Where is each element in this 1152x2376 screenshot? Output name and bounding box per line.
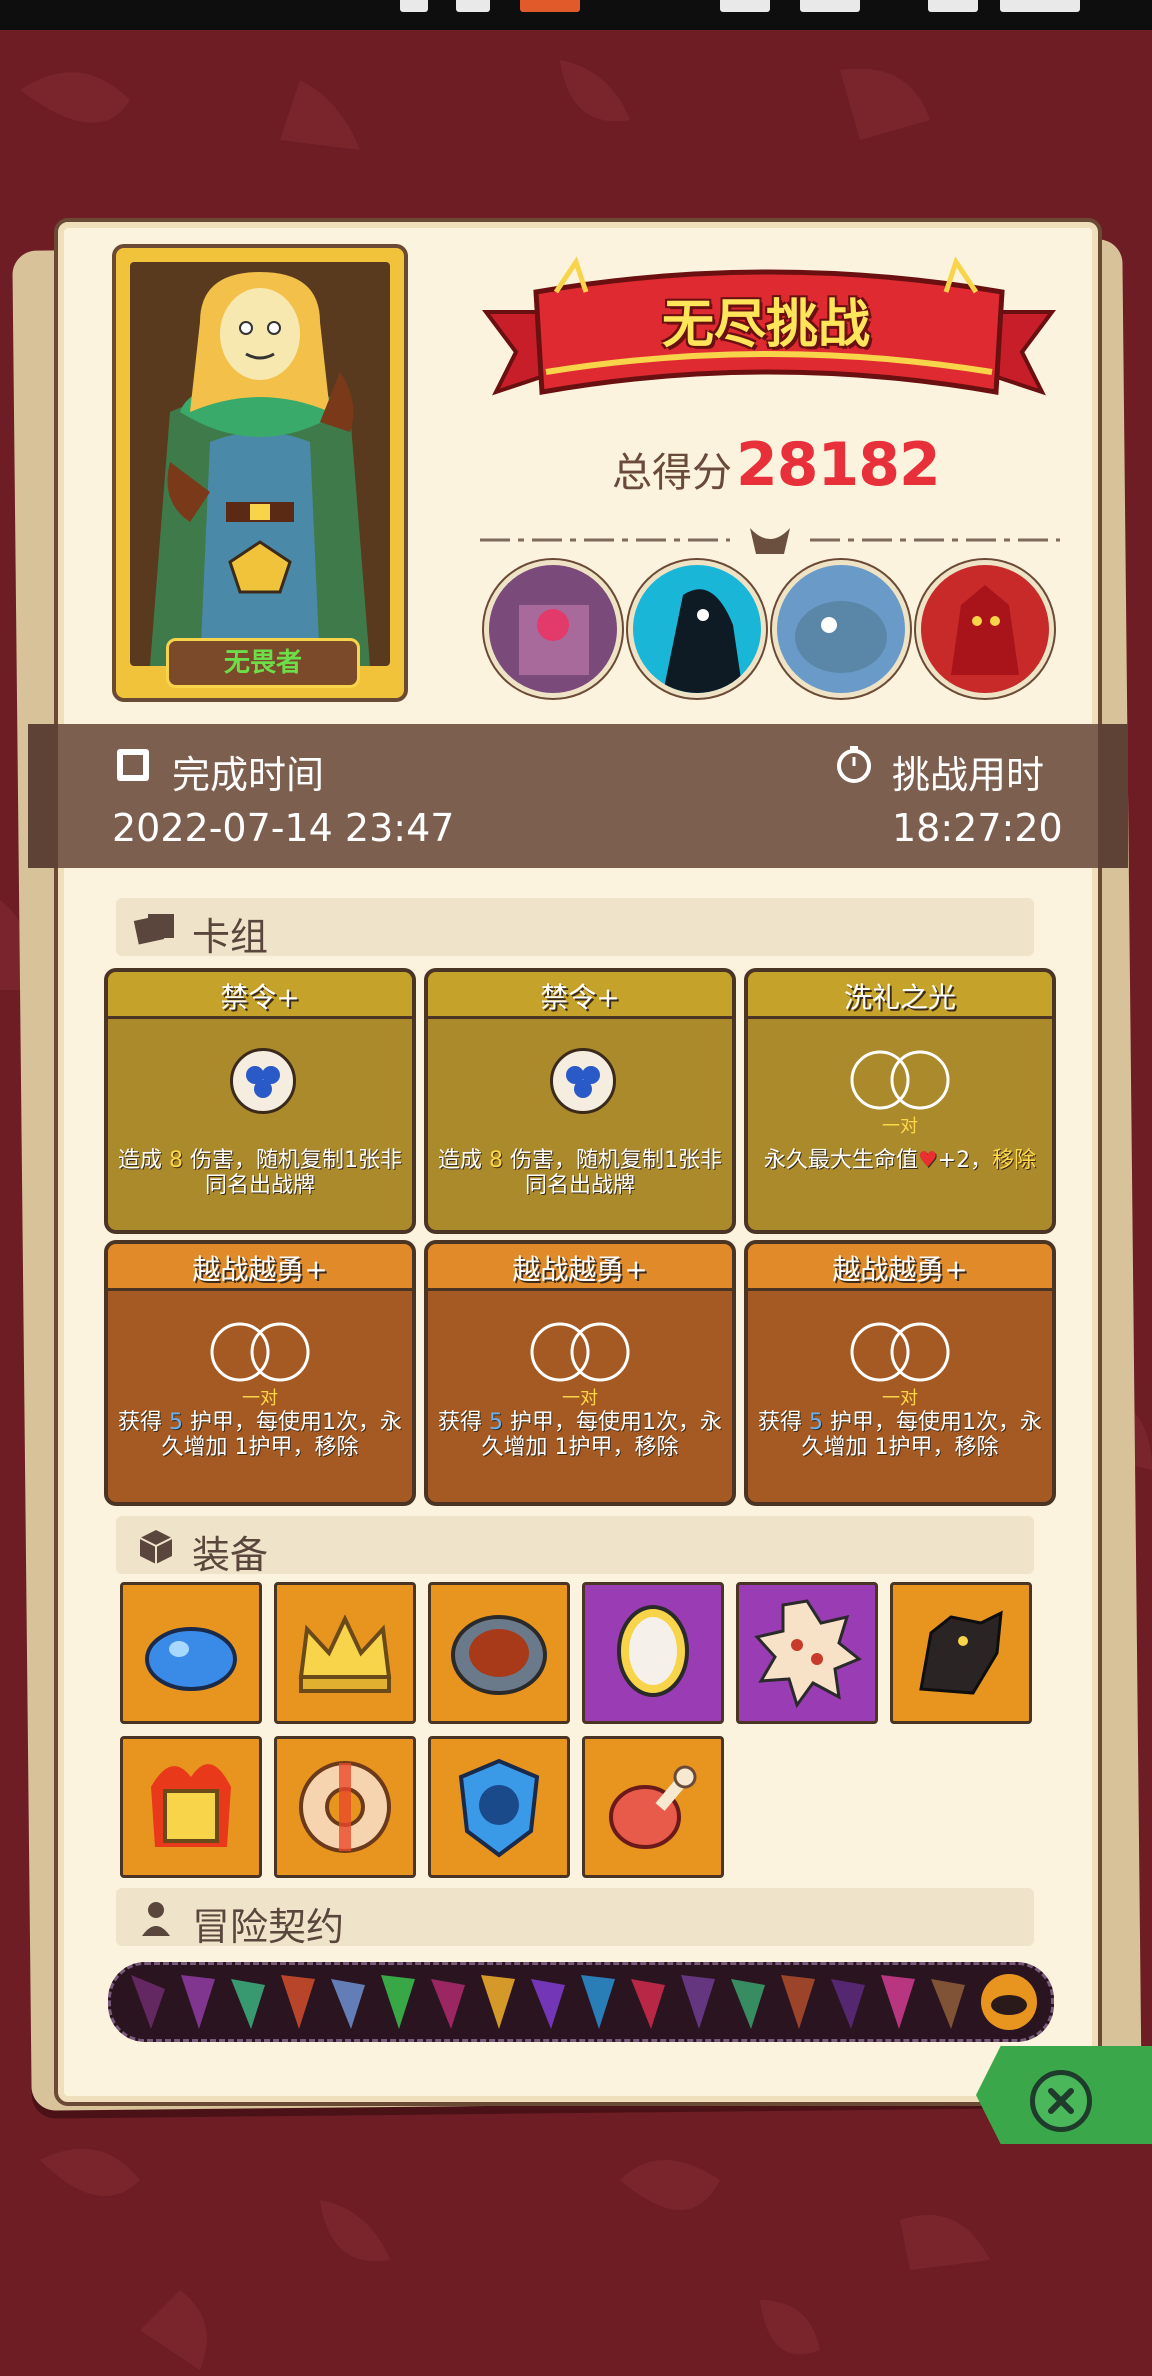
equipment-slot[interactable] [120, 1582, 262, 1724]
time-strip: 完成时间 2022-07-14 23:47 挑战用时 18:27:20 [28, 724, 1128, 868]
section-label: 卡组 [192, 915, 269, 959]
crown-icon [298, 1614, 392, 1693]
card-description: 获得 5 护甲，每使用1次，永久增加 1护甲，移除 [758, 1410, 1042, 1460]
section-label: 冒险契约 [192, 1905, 345, 1949]
contract-icons [111, 1965, 1051, 2039]
section-contracts: 冒险契约 [116, 1888, 1034, 1949]
hero-portrait: 无畏者 [116, 248, 404, 698]
status-bar [0, 0, 1152, 30]
card-description: 永久最大生命值♥+2，移除 [763, 1148, 1037, 1173]
title-banner: 无尽挑战 [476, 252, 1062, 432]
pair-icon [530, 1322, 630, 1382]
flaming-cube-icon [151, 1764, 231, 1847]
boss-avatar [772, 560, 910, 698]
pair-label: 一对 [562, 1388, 598, 1409]
equipment-slot[interactable] [736, 1582, 878, 1724]
spiked-dice-icon [754, 1599, 862, 1709]
card-description: 造成 8 伤害，随机复制1张非同名出战牌 [118, 1148, 402, 1198]
card-description: 获得 5 护甲，每使用1次，永久增加 1护甲，移除 [118, 1410, 402, 1460]
blue-slime-icon [145, 1627, 237, 1691]
card[interactable]: 越战越勇+ 一对 获得 5 护甲，每使用1次，永久增加 1护甲，移除 [104, 1240, 416, 1506]
hero-name: 无畏者 [166, 638, 360, 688]
equipment-slot[interactable] [274, 1582, 416, 1724]
section-equipment: 装备 [116, 1516, 1034, 1577]
card-title: 越战越勇+ [192, 1253, 328, 1286]
cards-icon [133, 914, 174, 945]
card-title: 洗礼之光 [843, 981, 956, 1014]
equipment-slot[interactable] [274, 1736, 416, 1878]
pair-icon [850, 1050, 950, 1110]
card-description: 造成 8 伤害，随机复制1张非同名出战牌 [438, 1148, 722, 1198]
card[interactable]: 禁令+ 造成 8 伤害，随机复制1张非同名出战牌 [424, 968, 736, 1234]
equipment-slot[interactable] [582, 1582, 724, 1724]
contract-strip[interactable] [108, 1962, 1054, 2042]
card-description: 获得 5 护甲，每使用1次，永久增加 1护甲，移除 [438, 1410, 722, 1460]
section-deck: 卡组 [116, 898, 1034, 959]
page-title: 无尽挑战 [661, 295, 870, 355]
calendar-icon [117, 749, 149, 781]
card-title: 越战越勇+ [832, 1253, 968, 1286]
close-icon [1048, 2088, 1074, 2114]
box-icon [139, 1530, 173, 1564]
card-title: 禁令+ [220, 981, 300, 1014]
equipment-slot[interactable] [582, 1736, 724, 1878]
person-icon [142, 1902, 170, 1936]
ornament-divider [480, 528, 1060, 554]
completed-time-value: 2022-07-14 23:47 [112, 806, 455, 850]
pumpkin-shield-icon [458, 1758, 540, 1858]
card[interactable]: 越战越勇+ 一对 获得 5 护甲，每使用1次，永久增加 1护甲，移除 [424, 1240, 736, 1506]
card-title: 禁令+ [540, 981, 620, 1014]
score-label: 总得分 [612, 450, 732, 496]
close-button[interactable] [1030, 2070, 1092, 2132]
boss-avatar [484, 560, 622, 698]
score-value: 28182 [736, 430, 941, 500]
equipment-slot[interactable] [120, 1736, 262, 1878]
boss-avatar [916, 560, 1054, 698]
blue-triple-orb-icon [550, 1048, 616, 1114]
card-title: 越战越勇+ [512, 1253, 648, 1286]
pair-icon [210, 1322, 310, 1382]
meat-leg-icon [609, 1765, 697, 1849]
equipment-slot[interactable] [890, 1582, 1032, 1724]
stopwatch-icon [837, 746, 871, 783]
defeated-bosses [484, 560, 1064, 700]
card[interactable]: 越战越勇+ 一对 获得 5 护甲，每使用1次，永久增加 1护甲，移除 [744, 1240, 1056, 1506]
boss-avatar [628, 560, 766, 698]
pair-label: 一对 [882, 1388, 918, 1409]
card[interactable]: 洗礼之光 一对 永久最大生命值♥+2，移除 [744, 968, 1056, 1234]
pair-icon [850, 1322, 950, 1382]
wolf-head-icon [919, 1610, 1003, 1695]
equipment-slot[interactable] [428, 1736, 570, 1878]
section-label: 装备 [192, 1533, 269, 1577]
duration-label: 挑战用时 [892, 753, 1045, 797]
blue-triple-orb-icon [230, 1048, 296, 1114]
lifebuoy-icon [299, 1761, 391, 1853]
equipment-slot[interactable] [428, 1582, 570, 1724]
pair-label: 一对 [882, 1116, 918, 1137]
mirror-icon [617, 1605, 689, 1697]
duration-value: 18:27:20 [892, 806, 1063, 850]
completed-time-label: 完成时间 [172, 753, 325, 797]
bronze-disc-icon [451, 1615, 547, 1695]
pair-label: 一对 [242, 1388, 278, 1409]
card[interactable]: 禁令+ 造成 8 伤害，随机复制1张非同名出战牌 [104, 968, 416, 1234]
hero-avatar [150, 272, 370, 666]
